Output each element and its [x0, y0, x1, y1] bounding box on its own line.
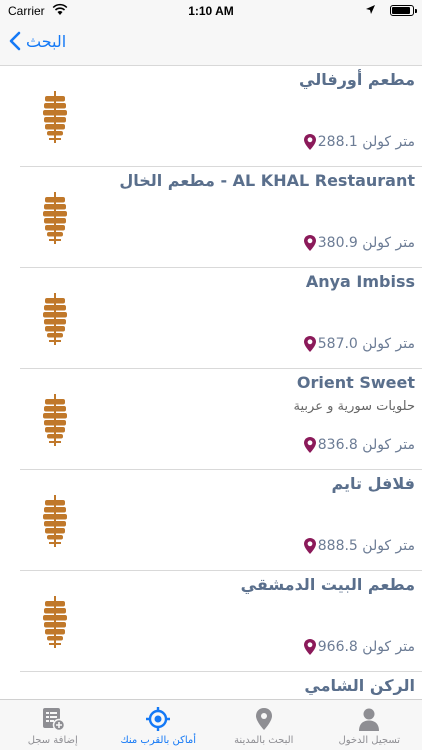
- place-name: مطعم أورفالي: [299, 70, 415, 89]
- back-button[interactable]: البحث: [8, 31, 66, 51]
- tab-city-search[interactable]: البحث بالمدينة: [211, 700, 317, 750]
- shawarma-icon: [43, 495, 67, 547]
- tab-bar: إضافة سجل أماكن بالقرب منك البحث بالمدين…: [0, 699, 422, 750]
- tab-login[interactable]: تسجيل الدخول: [317, 700, 422, 750]
- distance-label: 966.8 متر كولن: [317, 639, 415, 655]
- location-arrow-icon: [366, 5, 375, 14]
- tab-nearby[interactable]: أماكن بالقرب منك: [106, 700, 212, 750]
- distance: 288.1 متر كولن: [303, 134, 415, 150]
- user-icon: [359, 708, 380, 731]
- nearby-target-icon: [146, 707, 171, 731]
- add-record-icon: [42, 708, 65, 732]
- map-pin-icon: [303, 134, 316, 150]
- map-pin-icon: [303, 437, 316, 453]
- shawarma-icon: [43, 596, 67, 648]
- tab-add-record[interactable]: إضافة سجل: [0, 700, 106, 750]
- place-name: الركن الشامي: [304, 676, 415, 695]
- list-item[interactable]: فلافل تايم 888.5 متر كولن: [20, 470, 422, 571]
- navigation-bar: البحث: [0, 22, 422, 66]
- distance: 587.0 متر كولن: [303, 336, 415, 352]
- list-item[interactable]: Orient Sweet حلويات سورية و عربية 836.8 …: [20, 369, 422, 470]
- tab-label: إضافة سجل: [27, 735, 78, 746]
- place-subtitle: حلويات سورية و عربية: [293, 399, 415, 414]
- place-name: Orient Sweet: [296, 373, 415, 392]
- tab-label: البحث بالمدينة: [234, 735, 294, 746]
- list-item[interactable]: مطعم أورفالي 288.1 متر كولن: [20, 66, 422, 167]
- list-item[interactable]: مطعم البيت الدمشقي 966.8 متر كولن: [20, 571, 422, 672]
- map-pin-icon: [303, 235, 316, 251]
- map-pin-icon: [303, 336, 316, 352]
- battery-icon: [390, 5, 417, 16]
- list-item[interactable]: Anya Imbiss 587.0 متر كولن: [20, 268, 422, 369]
- distance-label: 587.0 متر كولن: [317, 336, 415, 352]
- shawarma-icon: [43, 293, 67, 345]
- place-name: AL KHAL Restaurant - مطعم الخال: [119, 171, 415, 190]
- status-bar: Carrier 1:10 AM: [0, 0, 422, 22]
- distance: 380.9 متر كولن: [303, 235, 415, 251]
- city-pin-icon: [255, 708, 272, 730]
- place-name: فلافل تايم: [331, 474, 415, 493]
- distance: 836.8 متر كولن: [303, 437, 415, 453]
- chevron-left-icon: [9, 31, 21, 51]
- places-list: مطعم أورفالي 288.1 متر كولن AL KHAL Rest…: [0, 66, 422, 699]
- map-pin-icon: [303, 538, 316, 554]
- distance: 966.8 متر كولن: [303, 639, 415, 655]
- place-name: Anya Imbiss: [305, 272, 415, 291]
- list-item[interactable]: AL KHAL Restaurant - مطعم الخال 380.9 مت…: [20, 167, 422, 268]
- distance-label: 380.9 متر كولن: [317, 235, 415, 251]
- tab-label: تسجيل الدخول: [338, 735, 401, 746]
- distance: 888.5 متر كولن: [303, 538, 415, 554]
- place-name: مطعم البيت الدمشقي: [240, 575, 415, 594]
- map-pin-icon: [303, 639, 316, 655]
- tab-label: أماكن بالقرب منك: [120, 735, 197, 746]
- back-label: البحث: [26, 31, 67, 51]
- distance-label: 836.8 متر كولن: [317, 437, 415, 453]
- distance-label: 888.5 متر كولن: [317, 538, 415, 554]
- clock: 1:10 AM: [188, 4, 234, 18]
- shawarma-icon: [43, 192, 67, 244]
- shawarma-icon: [43, 394, 67, 446]
- shawarma-icon: [43, 91, 67, 143]
- distance-label: 288.1 متر كولن: [317, 134, 415, 150]
- list-item[interactable]: الركن الشامي: [20, 672, 422, 699]
